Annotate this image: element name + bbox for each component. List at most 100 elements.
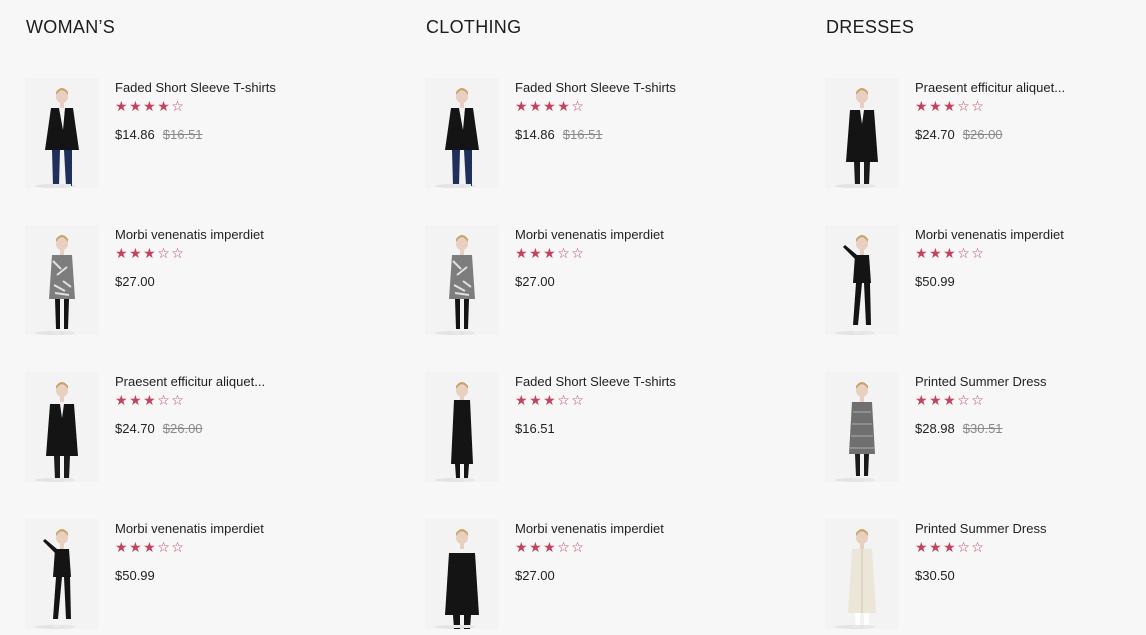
product-image[interactable]: [425, 78, 499, 188]
price-row: $27.00: [515, 568, 755, 583]
product-info: Morbi venenatis imperdiet ★★★☆☆ $27.00: [515, 521, 755, 583]
product-info: Morbi venenatis imperdiet ★★★☆☆ $50.99: [115, 521, 355, 583]
product-name-link[interactable]: Praesent efficitur aliquet...: [915, 80, 1146, 95]
star-empty-icon: ☆: [171, 393, 186, 409]
star-filled-icon: ★: [943, 246, 958, 262]
star-empty-icon: ☆: [557, 246, 572, 262]
product-image[interactable]: [825, 225, 899, 335]
star-filled-icon: ★: [529, 99, 544, 115]
product-name-link[interactable]: Morbi venenatis imperdiet: [115, 521, 355, 536]
product-image[interactable]: [425, 519, 499, 629]
product-image[interactable]: [25, 519, 99, 629]
product-card[interactable]: Praesent efficitur aliquet... ★★★☆☆ $24.70…: [25, 372, 365, 482]
product-info: Morbi venenatis imperdiet ★★★☆☆ $27.00: [115, 227, 355, 289]
star-filled-icon: ★: [929, 246, 944, 262]
product-info: Praesent efficitur aliquet... ★★★☆☆ $24.70…: [115, 374, 355, 436]
product-image[interactable]: [825, 372, 899, 482]
price-row: $30.50: [915, 568, 1146, 583]
price-row: $28.98 $30.51: [915, 421, 1146, 436]
product-image[interactable]: [25, 225, 99, 335]
product-name-link[interactable]: Morbi venenatis imperdiet: [115, 227, 355, 242]
product-info: Praesent efficitur aliquet... ★★★☆☆ $24.70…: [915, 80, 1146, 142]
star-filled-icon: ★: [115, 393, 130, 409]
star-empty-icon: ☆: [571, 246, 586, 262]
product-rating: ★★★☆☆: [515, 247, 755, 261]
star-empty-icon: ☆: [557, 393, 572, 409]
star-filled-icon: ★: [143, 246, 158, 262]
product-price: $24.70: [115, 421, 155, 436]
product-card[interactable]: Morbi venenatis imperdiet ★★★☆☆ $50.99: [825, 225, 1146, 335]
product-image[interactable]: [25, 372, 99, 482]
product-price: $27.00: [515, 274, 555, 289]
product-info: Morbi venenatis imperdiet ★★★☆☆ $50.99: [915, 227, 1146, 289]
product-name-link[interactable]: Faded Short Sleeve T-shirts: [115, 80, 355, 95]
star-empty-icon: ☆: [571, 99, 586, 115]
product-card[interactable]: Morbi venenatis imperdiet ★★★☆☆ $27.00: [425, 519, 765, 629]
product-card[interactable]: Praesent efficitur aliquet... ★★★☆☆ $24.70…: [825, 78, 1146, 188]
product-name-link[interactable]: Printed Summer Dress: [915, 521, 1146, 536]
product-name-link[interactable]: Praesent efficitur aliquet...: [115, 374, 355, 389]
product-card[interactable]: Morbi venenatis imperdiet ★★★☆☆ $27.00: [425, 225, 765, 335]
product-card[interactable]: Faded Short Sleeve T-shirts ★★★☆☆ $16.51: [425, 372, 765, 482]
product-info: Morbi venenatis imperdiet ★★★☆☆ $27.00: [515, 227, 755, 289]
product-rating: ★★★☆☆: [915, 541, 1146, 555]
product-card[interactable]: Morbi venenatis imperdiet ★★★☆☆ $50.99: [25, 519, 365, 629]
star-filled-icon: ★: [915, 540, 930, 556]
star-filled-icon: ★: [515, 393, 530, 409]
column-title: DRESSES: [826, 17, 915, 37]
star-filled-icon: ★: [543, 99, 558, 115]
product-image[interactable]: [425, 225, 499, 335]
product-name-link[interactable]: Faded Short Sleeve T-shirts: [515, 80, 755, 95]
column-womans: WOMAN’S Faded Short Sleeve T-shirts ★★★★☆…: [25, 0, 385, 635]
star-empty-icon: ☆: [171, 540, 186, 556]
star-filled-icon: ★: [943, 99, 958, 115]
product-price: $27.00: [115, 274, 155, 289]
product-card[interactable]: Printed Summer Dress ★★★☆☆ $28.98 $30.51: [825, 372, 1146, 482]
price-row: $16.51: [515, 421, 755, 436]
star-filled-icon: ★: [929, 393, 944, 409]
star-filled-icon: ★: [943, 393, 958, 409]
product-card[interactable]: Faded Short Sleeve T-shirts ★★★★☆ $14.86 $1…: [425, 78, 765, 188]
star-filled-icon: ★: [529, 540, 544, 556]
star-empty-icon: ☆: [171, 246, 186, 262]
product-rating: ★★★☆☆: [115, 541, 355, 555]
price-row: $14.86 $16.51: [515, 127, 755, 142]
product-rating: ★★★☆☆: [915, 100, 1146, 114]
star-filled-icon: ★: [115, 246, 130, 262]
product-rating: ★★★☆☆: [515, 541, 755, 555]
product-image[interactable]: [825, 78, 899, 188]
star-filled-icon: ★: [929, 540, 944, 556]
product-info: Printed Summer Dress ★★★☆☆ $28.98 $30.51: [915, 374, 1146, 436]
product-rating: ★★★☆☆: [515, 394, 755, 408]
product-listing-page: WOMAN’S Faded Short Sleeve T-shirts ★★★★☆…: [0, 0, 1146, 635]
product-image[interactable]: [825, 519, 899, 629]
star-empty-icon: ☆: [157, 540, 172, 556]
star-filled-icon: ★: [543, 246, 558, 262]
product-name-link[interactable]: Morbi venenatis imperdiet: [915, 227, 1146, 242]
product-price: $24.70: [915, 127, 955, 142]
product-old-price: $16.51: [562, 127, 603, 142]
star-filled-icon: ★: [129, 99, 144, 115]
product-card[interactable]: Morbi venenatis imperdiet ★★★☆☆ $27.00: [25, 225, 365, 335]
price-row: $24.70 $26.00: [115, 421, 355, 436]
product-image[interactable]: [25, 78, 99, 188]
product-name-link[interactable]: Morbi venenatis imperdiet: [515, 521, 755, 536]
star-empty-icon: ☆: [971, 540, 986, 556]
product-price: $50.99: [915, 274, 955, 289]
product-price: $14.86: [115, 127, 155, 142]
product-image[interactable]: [425, 372, 499, 482]
product-card[interactable]: Faded Short Sleeve T-shirts ★★★★☆ $14.86 $1…: [25, 78, 365, 188]
price-row: $50.99: [915, 274, 1146, 289]
product-price: $30.50: [915, 568, 955, 583]
product-name-link[interactable]: Faded Short Sleeve T-shirts: [515, 374, 755, 389]
product-name-link[interactable]: Morbi venenatis imperdiet: [515, 227, 755, 242]
product-price: $50.99: [115, 568, 155, 583]
product-info: Faded Short Sleeve T-shirts ★★★★☆ $14.86 $1…: [515, 80, 755, 142]
product-name-link[interactable]: Printed Summer Dress: [915, 374, 1146, 389]
product-card[interactable]: Printed Summer Dress ★★★☆☆ $30.50: [825, 519, 1146, 629]
product-old-price: $16.51: [162, 127, 203, 142]
column-dresses: DRESSES Praesent efficitur aliquet... ★★★…: [825, 0, 1146, 635]
price-row: $27.00: [115, 274, 355, 289]
star-filled-icon: ★: [915, 99, 930, 115]
price-row: $50.99: [115, 568, 355, 583]
